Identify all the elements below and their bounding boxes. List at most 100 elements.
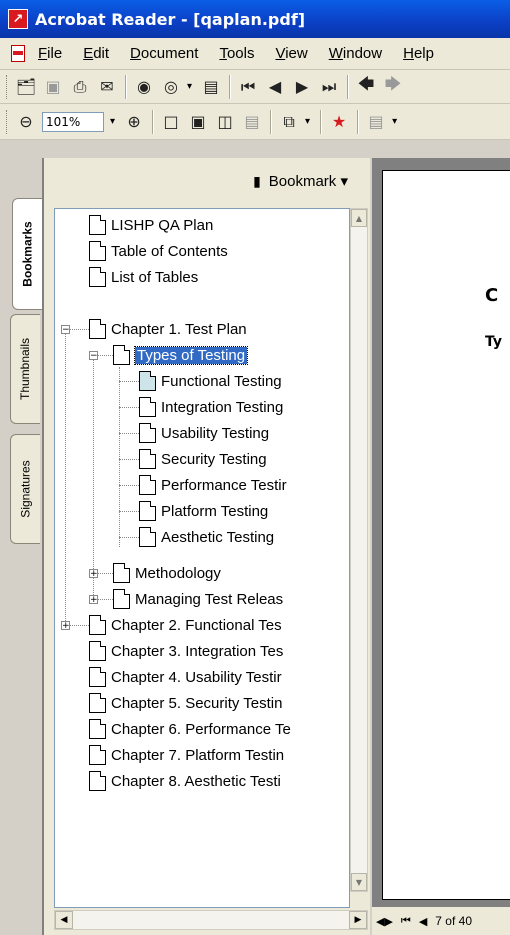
menu-help[interactable]: Help	[403, 45, 434, 62]
document-menu-icon[interactable]	[10, 44, 28, 63]
collapse-types-of-testing-icon[interactable]: −	[89, 351, 98, 361]
tree-connector	[119, 459, 139, 460]
toolbar-separator	[357, 109, 360, 134]
bookmark-item[interactable]: Chapter 6. Performance Te	[89, 716, 291, 742]
toolbar-separator	[320, 109, 323, 134]
bookmark-item[interactable]: Chapter 1. Test Plan	[89, 316, 247, 342]
zoom-level-input[interactable]: 101%	[42, 111, 104, 132]
scroll-left-icon[interactable]: ◀	[55, 911, 73, 929]
bookmark-item[interactable]: Managing Test Releas	[113, 586, 283, 612]
text-select-dropdown-icon[interactable]: ▾	[392, 116, 397, 127]
scroll-down-icon[interactable]: ▼	[351, 873, 367, 891]
bookmark-item[interactable]: Functional Testing	[139, 368, 282, 394]
expand-managing-test-releases-icon[interactable]: +	[89, 595, 98, 605]
rotate-dropdown-icon[interactable]: ▾	[305, 116, 310, 127]
page-icon	[89, 241, 106, 261]
bookmark-item[interactable]: Chapter 2. Functional Tes	[89, 612, 282, 638]
toolbar-grip[interactable]	[6, 74, 10, 99]
text-select-icon[interactable]: ▤	[365, 110, 387, 134]
bookmark-item[interactable]: Aesthetic Testing	[139, 524, 274, 550]
acrobat-app-icon[interactable]: ↗	[8, 9, 28, 29]
page-icon	[139, 371, 156, 391]
email-icon[interactable]: ✉	[96, 75, 118, 99]
bookmark-item[interactable]: Table of Contents	[89, 238, 228, 264]
bookmark-item[interactable]: Methodology	[113, 560, 221, 586]
search-icon[interactable]: ◎	[160, 75, 182, 99]
bookmark-item-selected[interactable]: Types of Testing	[113, 342, 249, 368]
page-icon	[113, 589, 130, 609]
rotate-view-icon[interactable]: ⧉	[278, 110, 300, 134]
bookmark-item[interactable]: Usability Testing	[139, 420, 269, 446]
tab-thumbnails[interactable]: Thumbnails	[10, 314, 40, 424]
toolbar-separator	[347, 74, 350, 99]
page-icon	[139, 449, 156, 469]
zoom-dropdown-icon[interactable]: ▾	[110, 116, 115, 127]
menu-document[interactable]: Document	[130, 45, 198, 62]
expand-methodology-icon[interactable]: +	[89, 569, 98, 579]
tab-bookmarks[interactable]: Bookmarks	[12, 198, 42, 310]
show-hide-navigation-icon[interactable]: ▤	[200, 75, 222, 99]
scroll-up-icon[interactable]: ▲	[351, 209, 367, 227]
bookmark-item[interactable]: Chapter 4. Usability Testir	[89, 664, 282, 690]
menu-edit[interactable]: Edit	[83, 45, 109, 62]
bookmark-item[interactable]: Performance Testir	[139, 472, 287, 498]
bookmark-horizontal-scrollbar[interactable]: ◀ ▶	[54, 910, 368, 930]
menu-tools[interactable]: Tools	[219, 45, 254, 62]
bookmark-item[interactable]: Chapter 5. Security Testin	[89, 690, 282, 716]
scroll-right-icon[interactable]: ▶	[349, 911, 367, 929]
zoom-in-icon[interactable]: ⊕	[123, 110, 145, 134]
save-icon[interactable]: ▣	[42, 75, 64, 99]
zoom-out-icon[interactable]: ⊖	[15, 110, 37, 134]
print-icon[interactable]: ⎙	[69, 75, 91, 99]
tab-signatures[interactable]: Signatures	[10, 434, 40, 544]
bookmark-tree[interactable]: − − + + + LISHP QA Plan Table of Content…	[54, 208, 350, 908]
main-toolbar: 🗂 ▣ ⎙ ✉ ◉ ◎ ▾ ▤ ⏮ ◀ ▶ ⏭ 🡄 🡆	[0, 70, 510, 104]
bookmark-vertical-scrollbar[interactable]: ▲ ▼	[350, 208, 368, 892]
fit-width-icon[interactable]: ◫	[214, 110, 236, 134]
find-icon[interactable]: ◉	[133, 75, 155, 99]
bookmark-item[interactable]: Chapter 8. Aesthetic Testi	[89, 768, 281, 794]
navigation-tabs: Bookmarks Thumbnails Signatures	[10, 168, 42, 928]
open-folder-icon[interactable]: 🗂	[15, 75, 37, 99]
previous-page-icon[interactable]: ◀	[264, 75, 286, 99]
menu-file[interactable]: File	[38, 45, 62, 62]
page-icon	[89, 267, 106, 287]
actual-size-icon[interactable]: □	[160, 110, 182, 134]
bookmark-item[interactable]: Security Testing	[139, 446, 267, 472]
bookmark-item[interactable]: Chapter 7. Platform Testin	[89, 742, 284, 768]
fit-page-icon[interactable]: ▣	[187, 110, 209, 134]
zoom-toolbar: ⊖ 101% ▾ ⊕ □ ▣ ◫ ▤ ⧉ ▾ ★ ▤ ▾	[0, 104, 510, 140]
tree-connector	[65, 329, 66, 625]
bookmark-item[interactable]: LISHP QA Plan	[89, 212, 213, 238]
bookmark-item[interactable]: Chapter 3. Integration Tes	[89, 638, 283, 664]
next-view-icon[interactable]: 🡆	[382, 74, 404, 99]
bookmark-item[interactable]: List of Tables	[89, 264, 198, 290]
bookmark-menu-button[interactable]: ▮ Bookmark ▾	[44, 158, 370, 204]
fit-visible-icon[interactable]: ▤	[241, 110, 263, 134]
first-page-icon[interactable]: ⏮	[401, 914, 411, 928]
bookmark-item[interactable]: Platform Testing	[139, 498, 268, 524]
page-count[interactable]: 7 of 40	[435, 914, 472, 928]
collapse-chapter-1-icon[interactable]: −	[61, 325, 70, 335]
search-dropdown-icon[interactable]: ▾	[187, 81, 192, 92]
next-page-icon[interactable]: ▶	[291, 75, 313, 99]
acrobat-logo-icon[interactable]: ★	[328, 110, 350, 134]
previous-view-icon[interactable]: 🡄	[355, 74, 377, 99]
tree-connector	[119, 537, 139, 538]
window-title: Acrobat Reader - [qaplan.pdf]	[35, 9, 306, 29]
toolbar-separator	[152, 109, 155, 134]
pdf-page[interactable]: C Ty	[382, 170, 510, 900]
toolbar-separator	[270, 109, 273, 134]
bookmark-item[interactable]: Integration Testing	[139, 394, 283, 420]
last-page-icon[interactable]: ⏭	[318, 75, 340, 99]
page-icon	[89, 693, 106, 713]
expand-chapter-2-icon[interactable]: +	[61, 621, 70, 631]
menu-window[interactable]: Window	[329, 45, 382, 62]
first-page-icon[interactable]: ⏮	[237, 75, 259, 99]
toolbar-separator	[125, 74, 127, 99]
menu-view[interactable]: View	[275, 45, 307, 62]
toolbar-grip[interactable]	[6, 109, 10, 134]
tree-connector	[119, 367, 120, 547]
previous-page-icon[interactable]: ◀	[419, 915, 427, 928]
split-handle-icon[interactable]: ◀▶	[376, 915, 393, 928]
